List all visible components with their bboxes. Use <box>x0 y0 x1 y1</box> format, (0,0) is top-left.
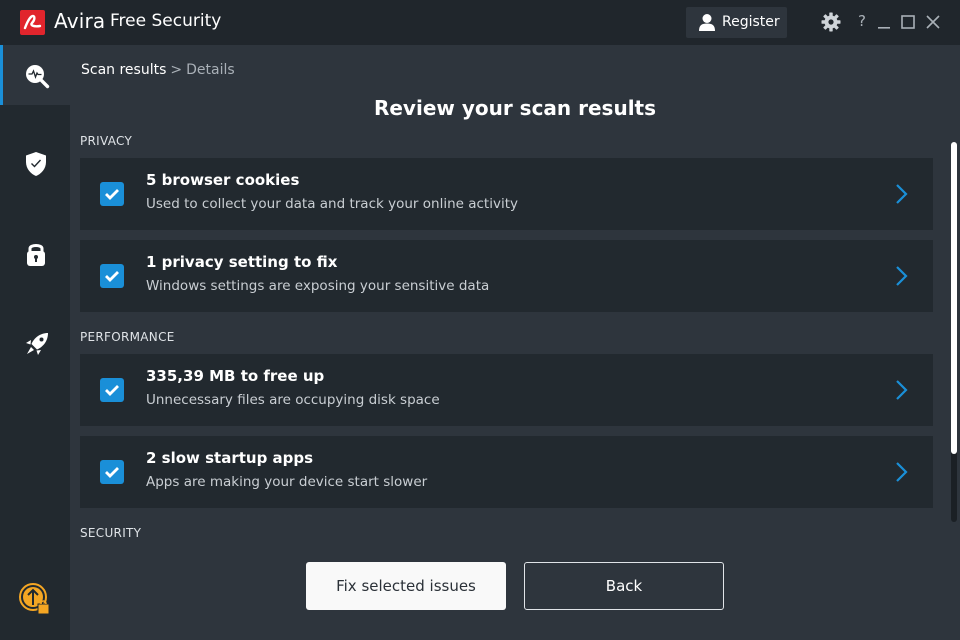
chevron-right-icon[interactable] <box>895 265 909 287</box>
sidebar-item-security[interactable] <box>0 133 70 193</box>
app-brand: Avira <box>54 9 106 33</box>
register-label: Register <box>722 14 780 30</box>
breadcrumb-details: Details <box>186 62 235 78</box>
result-item-disk-space[interactable]: 335,39 MB to free up Unnecessary files a… <box>80 354 933 426</box>
checkbox[interactable] <box>100 378 124 402</box>
item-title: 5 browser cookies <box>146 171 300 189</box>
result-item-browser-cookies[interactable]: 5 browser cookies Used to collect your d… <box>80 158 933 230</box>
breadcrumb-separator: > <box>170 62 183 78</box>
item-title: 2 slow startup apps <box>146 449 314 467</box>
item-title: 1 privacy setting to fix <box>146 253 338 271</box>
title-bar: Avira Free Security Register ? <box>0 0 960 45</box>
chevron-right-icon[interactable] <box>895 183 909 205</box>
result-item-privacy-setting[interactable]: 1 privacy setting to fix Windows setting… <box>80 240 933 312</box>
page-title: Review your scan results <box>373 96 657 120</box>
help-icon[interactable]: ? <box>858 12 866 30</box>
section-label-privacy: PRIVACY <box>80 134 133 148</box>
checkbox[interactable] <box>100 182 124 206</box>
section-label-performance: PERFORMANCE <box>80 330 175 344</box>
lock-icon <box>27 244 45 266</box>
result-item-startup-apps[interactable]: 2 slow startup apps Apps are making your… <box>80 436 933 508</box>
item-subtitle: Used to collect your data and track your… <box>146 196 518 212</box>
checkbox[interactable] <box>100 460 124 484</box>
scrollbar-thumb[interactable] <box>951 142 957 454</box>
avira-logo-icon <box>20 10 45 35</box>
sidebar-item-scan-status[interactable] <box>0 45 70 105</box>
gear-icon[interactable] <box>821 12 841 32</box>
breadcrumb: Scan results > Details <box>81 62 235 78</box>
user-icon <box>699 14 715 31</box>
fix-selected-issues-button[interactable]: Fix selected issues <box>306 562 506 610</box>
sidebar-item-privacy[interactable] <box>0 223 70 283</box>
item-subtitle: Apps are making your device start slower <box>146 474 428 490</box>
item-subtitle: Unnecessary files are occupying disk spa… <box>146 392 440 408</box>
chevron-right-icon[interactable] <box>895 461 909 483</box>
shield-check-icon <box>26 152 46 176</box>
maximize-icon[interactable] <box>901 15 915 29</box>
back-button[interactable]: Back <box>524 562 724 610</box>
sidebar-item-performance[interactable] <box>0 313 70 373</box>
checkbox[interactable] <box>100 264 124 288</box>
app-product-name: Free Security <box>110 11 222 31</box>
item-title: 335,39 MB to free up <box>146 367 325 385</box>
sidebar <box>0 45 70 640</box>
search-pulse-icon <box>26 65 50 89</box>
check-icon <box>105 271 119 282</box>
section-label-security: SECURITY <box>80 526 142 540</box>
check-icon <box>105 385 119 396</box>
breadcrumb-scan-results[interactable]: Scan results <box>81 62 166 78</box>
check-icon <box>105 189 119 200</box>
rocket-icon <box>26 333 48 355</box>
item-subtitle: Windows settings are exposing your sensi… <box>146 278 490 294</box>
minimize-icon[interactable] <box>877 14 891 30</box>
close-icon[interactable] <box>926 15 940 29</box>
check-icon <box>105 467 119 478</box>
upgrade-shop-icon[interactable] <box>18 582 52 616</box>
register-button[interactable]: Register <box>686 7 787 38</box>
chevron-right-icon[interactable] <box>895 379 909 401</box>
